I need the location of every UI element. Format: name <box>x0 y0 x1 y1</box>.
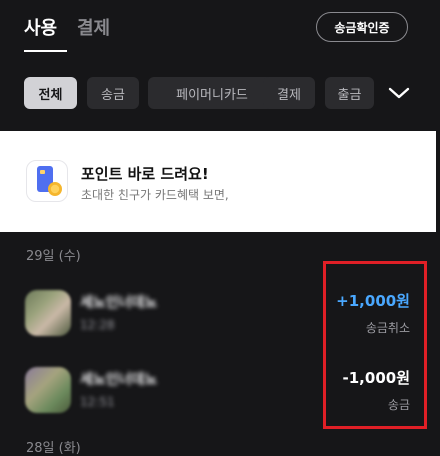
tab-payment[interactable]: 결제 <box>77 14 110 40</box>
avatar <box>25 290 71 336</box>
filter-all[interactable]: 전체 <box>24 77 77 109</box>
card-coin-icon <box>26 160 68 202</box>
transaction-time: 12:51 <box>80 395 115 409</box>
filter-transfer[interactable]: 송금 <box>87 77 139 109</box>
next-date-header: 28일 (화) <box>26 441 81 456</box>
highlight-box <box>323 261 427 429</box>
banner-subtitle: 초대한 친구가 카드혜택 보면, <box>81 188 229 202</box>
banner-title: 포인트 바로 드려요! <box>81 165 209 183</box>
transaction-title: 세뇨인너데뇨 <box>80 372 158 388</box>
tab-usage[interactable]: 사용 <box>24 14 57 40</box>
transaction-title: 세뇨인너데뇨 <box>80 295 158 311</box>
filter-payment[interactable]: 결제 <box>263 77 315 109</box>
date-header: 29일 (수) <box>26 249 81 264</box>
active-tab-indicator <box>24 50 67 52</box>
transfer-certificate-button[interactable]: 송금확인증 <box>316 12 408 42</box>
transaction-time: 12:28 <box>80 318 115 332</box>
avatar <box>25 367 71 413</box>
filter-paymoney-card[interactable]: 페이머니카드 <box>148 77 276 109</box>
filter-withdrawal[interactable]: 출금 <box>325 77 374 109</box>
chevron-down-icon[interactable] <box>386 82 412 104</box>
points-banner[interactable]: 포인트 바로 드려요! 초대한 친구가 카드혜택 보면, <box>0 131 436 232</box>
